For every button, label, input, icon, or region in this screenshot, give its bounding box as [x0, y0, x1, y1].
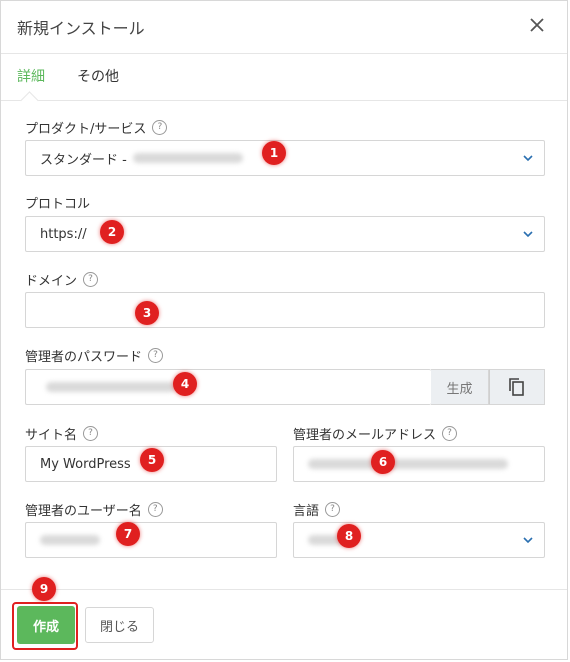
redacted-blur: [46, 382, 176, 392]
copy-button[interactable]: [489, 369, 545, 405]
close-button[interactable]: 閉じる: [85, 607, 154, 643]
footer-divider: [1, 589, 567, 590]
admin-user-label: 管理者のユーザー名 ?: [25, 500, 163, 519]
active-tab-pointer: [20, 91, 39, 110]
dialog-header: 新規インストール: [1, 1, 567, 54]
generate-password-button[interactable]: 生成: [431, 369, 489, 405]
tab-other[interactable]: その他: [77, 66, 119, 86]
step-marker: 1: [262, 141, 286, 165]
protocol-value: https://: [40, 226, 87, 242]
step-marker: 2: [100, 220, 124, 244]
redacted-blur: [132, 153, 243, 163]
domain-label-text: ドメイン: [25, 274, 78, 289]
tab-details[interactable]: 詳細: [17, 66, 45, 86]
tab-bar: 詳細 その他: [1, 54, 567, 110]
domain-input[interactable]: [25, 292, 545, 328]
create-button[interactable]: 作成: [17, 606, 75, 644]
help-icon[interactable]: ?: [83, 272, 99, 287]
help-icon[interactable]: ?: [442, 426, 458, 441]
chevron-down-icon: [523, 231, 533, 238]
step-marker: 7: [116, 522, 140, 546]
close-icon[interactable]: [525, 13, 549, 37]
chevron-down-icon: [523, 537, 533, 544]
dialog-title: 新規インストール: [17, 19, 145, 38]
step-marker: 8: [337, 524, 361, 548]
site-name-label: サイト名 ?: [25, 424, 99, 443]
new-install-dialog: 新規インストール 詳細 その他 プロダクト/サービス ? スタンダード - プロ…: [0, 0, 568, 660]
admin-username-input[interactable]: [25, 522, 277, 558]
help-icon[interactable]: ?: [325, 502, 341, 517]
protocol-label-text: プロトコル: [25, 197, 91, 212]
password-input[interactable]: [25, 369, 431, 405]
password-label-text: 管理者のパスワード: [25, 350, 143, 365]
step-marker: 9: [32, 577, 56, 601]
help-icon[interactable]: ?: [148, 348, 164, 363]
admin-email-label-text: 管理者のメールアドレス: [293, 428, 437, 443]
product-select[interactable]: スタンダード -: [25, 140, 545, 176]
admin-email-label: 管理者のメールアドレス ?: [293, 424, 458, 443]
redacted-blur: [40, 535, 100, 545]
product-label-text: プロダクト/サービス: [25, 122, 147, 137]
step-marker: 3: [135, 301, 159, 325]
chevron-down-icon: [523, 155, 533, 162]
site-name-value: My WordPress: [40, 456, 131, 472]
password-label: 管理者のパスワード ?: [25, 346, 164, 365]
domain-label: ドメイン ?: [25, 270, 99, 289]
protocol-label: プロトコル: [25, 193, 90, 212]
redacted-blur: [308, 459, 508, 469]
step-marker: 5: [140, 448, 164, 472]
admin-email-input[interactable]: [293, 446, 545, 482]
product-value: スタンダード -: [40, 152, 127, 168]
step-marker: 6: [371, 450, 395, 474]
step-marker: 4: [173, 372, 197, 396]
language-label: 言語 ?: [293, 500, 341, 519]
language-select[interactable]: [293, 522, 545, 558]
help-icon[interactable]: ?: [152, 120, 168, 135]
help-icon[interactable]: ?: [147, 502, 163, 517]
language-label-text: 言語: [293, 504, 320, 519]
copy-icon: [509, 378, 524, 396]
help-icon[interactable]: ?: [83, 426, 99, 441]
product-label: プロダクト/サービス ?: [25, 118, 168, 137]
admin-user-label-text: 管理者のユーザー名: [25, 504, 142, 519]
site-name-label-text: サイト名: [25, 428, 78, 443]
